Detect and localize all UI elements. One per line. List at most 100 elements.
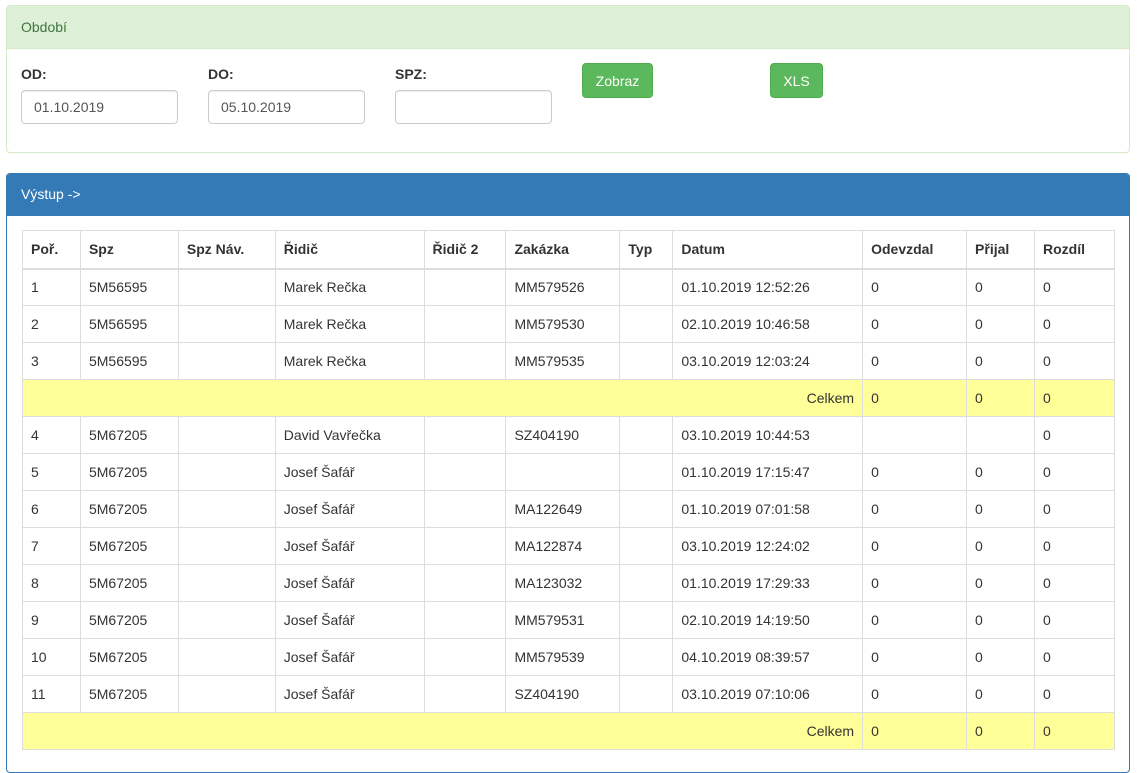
cell-ridic-2 bbox=[423, 601, 507, 639]
cell-ridic: Josef Šafář bbox=[274, 638, 425, 676]
total-cell-prijal: 0 bbox=[966, 379, 1035, 417]
cell-typ bbox=[619, 527, 674, 565]
table-row: 10 5M67205 Josef Šafář MM579539 04.10.2019 0… bbox=[22, 638, 1116, 676]
cell-datum: 01.10.2019 12:52:26 bbox=[672, 268, 864, 306]
cell-por: 4 bbox=[22, 416, 81, 454]
cell-datum: 03.10.2019 10:44:53 bbox=[672, 416, 864, 454]
cell-spz-nav bbox=[177, 527, 276, 565]
cell-zakazka: MA122649 bbox=[505, 490, 621, 528]
cell-typ bbox=[619, 305, 674, 343]
cell-spz-nav bbox=[177, 490, 276, 528]
table-row: 11 5M67205 Josef Šafář SZ404190 03.10.2019 0… bbox=[22, 675, 1116, 713]
cell-zakazka: SZ404190 bbox=[505, 675, 621, 713]
period-panel: Období OD: DO: SPZ: Zobraz XLS bbox=[6, 5, 1130, 153]
table-row: 6 5M67205 Josef Šafář MA122649 01.10.2019 07… bbox=[22, 490, 1116, 528]
cell-prijal: 0 bbox=[966, 527, 1035, 565]
cell-prijal: 0 bbox=[966, 564, 1035, 602]
cell-rozdil: 0 bbox=[1033, 342, 1116, 380]
cell-datum: 03.10.2019 07:10:06 bbox=[672, 675, 864, 713]
cell-ridic: Josef Šafář bbox=[274, 453, 425, 491]
cell-typ bbox=[619, 453, 674, 491]
cell-odevzdal bbox=[862, 416, 968, 454]
table-row: 3 5M56595 Marek Rečka MM579535 03.10.2019 12… bbox=[22, 342, 1116, 380]
cell-rozdil: 0 bbox=[1033, 527, 1116, 565]
cell-datum: 03.10.2019 12:03:24 bbox=[672, 342, 864, 380]
spz-field: SPZ: bbox=[395, 66, 552, 124]
cell-odevzdal: 0 bbox=[862, 268, 968, 306]
cell-spz: 5M67205 bbox=[79, 675, 179, 713]
cell-typ bbox=[619, 601, 674, 639]
col-header-por: Poř. bbox=[22, 230, 81, 270]
cell-ridic: Josef Šafář bbox=[274, 675, 425, 713]
cell-por: 10 bbox=[22, 638, 81, 676]
table-row: 5 5M67205 Josef Šafář 01.10.2019 17:15:47 0 0… bbox=[22, 453, 1116, 491]
cell-zakazka: MA122874 bbox=[505, 527, 621, 565]
cell-zakazka bbox=[505, 453, 621, 491]
cell-ridic-2 bbox=[423, 305, 507, 343]
table-row: 9 5M67205 Josef Šafář MM579531 02.10.2019 14… bbox=[22, 601, 1116, 639]
cell-spz-nav bbox=[177, 305, 276, 343]
cell-ridic: Josef Šafář bbox=[274, 527, 425, 565]
cell-typ bbox=[619, 564, 674, 602]
cell-ridic: Marek Rečka bbox=[274, 268, 425, 306]
cell-spz-nav bbox=[177, 638, 276, 676]
spz-input[interactable] bbox=[395, 90, 552, 124]
show-button[interactable]: Zobraz bbox=[582, 63, 653, 98]
col-header-prijal: Přijal bbox=[966, 230, 1035, 270]
results-table: Poř. Spz Spz Náv. Řidič Řidič 2 Zakázka … bbox=[21, 230, 1116, 750]
do-input[interactable] bbox=[208, 90, 365, 124]
cell-por: 7 bbox=[22, 527, 81, 565]
cell-spz-nav bbox=[177, 675, 276, 713]
cell-spz-nav bbox=[177, 453, 276, 491]
cell-rozdil: 0 bbox=[1033, 490, 1116, 528]
cell-odevzdal: 0 bbox=[862, 527, 968, 565]
total-label: Celkem bbox=[21, 712, 864, 750]
cell-odevzdal: 0 bbox=[862, 675, 968, 713]
cell-datum: 01.10.2019 17:15:47 bbox=[672, 453, 864, 491]
cell-por: 9 bbox=[22, 601, 81, 639]
col-header-zakazka: Zakázka bbox=[505, 230, 621, 270]
cell-typ bbox=[619, 490, 674, 528]
cell-zakazka: MM579539 bbox=[505, 638, 621, 676]
cell-por: 2 bbox=[22, 305, 81, 343]
table-row: 1 5M56595 Marek Rečka MM579526 01.10.2019 12… bbox=[22, 268, 1116, 306]
cell-ridic-2 bbox=[423, 416, 507, 454]
cell-por: 5 bbox=[22, 453, 81, 491]
od-input[interactable] bbox=[21, 90, 178, 124]
cell-ridic-2 bbox=[423, 342, 507, 380]
total-cell-odevzdal: 0 bbox=[862, 712, 968, 750]
cell-spz: 5M67205 bbox=[79, 527, 179, 565]
cell-odevzdal: 0 bbox=[862, 342, 968, 380]
cell-datum: 03.10.2019 12:24:02 bbox=[672, 527, 864, 565]
cell-datum: 02.10.2019 10:46:58 bbox=[672, 305, 864, 343]
cell-zakazka: MM579531 bbox=[505, 601, 621, 639]
cell-rozdil: 0 bbox=[1033, 675, 1116, 713]
cell-por: 3 bbox=[22, 342, 81, 380]
cell-ridic: Josef Šafář bbox=[274, 601, 425, 639]
cell-ridic-2 bbox=[423, 453, 507, 491]
cell-ridic-2 bbox=[423, 675, 507, 713]
cell-typ bbox=[619, 342, 674, 380]
total-cell-odevzdal: 0 bbox=[862, 379, 968, 417]
cell-prijal: 0 bbox=[966, 638, 1035, 676]
cell-odevzdal: 0 bbox=[862, 490, 968, 528]
cell-odevzdal: 0 bbox=[862, 564, 968, 602]
xls-button[interactable]: XLS bbox=[770, 63, 823, 98]
cell-odevzdal: 0 bbox=[862, 453, 968, 491]
cell-spz: 5M67205 bbox=[79, 638, 179, 676]
cell-typ bbox=[619, 675, 674, 713]
spz-label: SPZ: bbox=[395, 66, 427, 82]
cell-datum: 02.10.2019 14:19:50 bbox=[672, 601, 864, 639]
cell-prijal: 0 bbox=[966, 342, 1035, 380]
total-row: Celkem 0 0 0 bbox=[21, 379, 1116, 417]
cell-ridic-2 bbox=[423, 638, 507, 676]
output-panel: Výstup -> Poř. Spz Spz Náv. Řidič Řidič … bbox=[6, 173, 1130, 773]
cell-ridic: Marek Rečka bbox=[274, 305, 425, 343]
cell-rozdil: 0 bbox=[1033, 416, 1116, 454]
cell-spz: 5M67205 bbox=[79, 564, 179, 602]
do-label: DO: bbox=[208, 66, 234, 82]
cell-spz: 5M67205 bbox=[79, 453, 179, 491]
cell-por: 8 bbox=[22, 564, 81, 602]
cell-zakazka: MM579526 bbox=[505, 268, 621, 306]
cell-ridic: Josef Šafář bbox=[274, 490, 425, 528]
